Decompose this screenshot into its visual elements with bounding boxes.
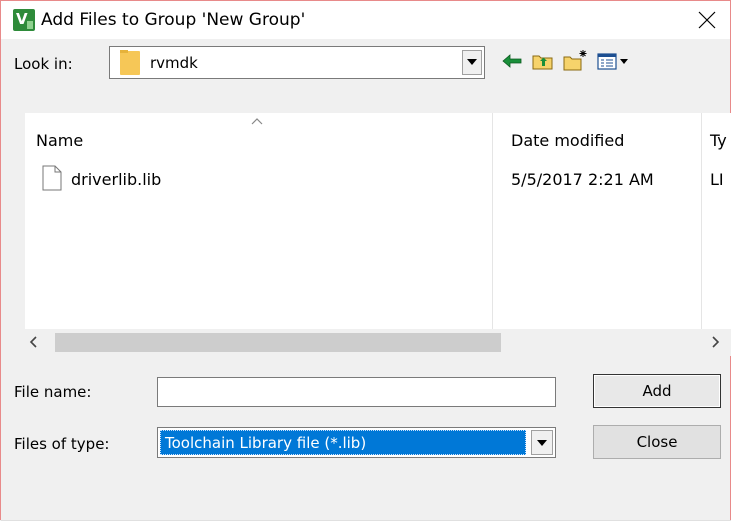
look-in-dropdown-button[interactable] — [462, 50, 482, 75]
up-one-level-button[interactable] — [529, 47, 557, 75]
column-divider[interactable] — [701, 113, 702, 356]
dialog-title: Add Files to Group 'New Group' — [41, 10, 306, 30]
look-in-value: rvmdk — [150, 54, 198, 72]
file-icon — [42, 165, 62, 191]
file-name-label: File name: — [14, 383, 92, 401]
chevron-down-icon — [467, 59, 477, 65]
file-row[interactable]: driverlib.lib 5/5/2017 2:21 AM LI — [39, 165, 729, 193]
file-name-input[interactable] — [157, 377, 556, 407]
new-folder-icon — [563, 50, 587, 71]
files-of-type-dropdown-button[interactable] — [531, 430, 553, 455]
file-type: LI — [710, 170, 724, 189]
scroll-left-icon[interactable] — [29, 335, 39, 349]
column-divider[interactable] — [492, 113, 493, 356]
scrollbar-thumb[interactable] — [55, 333, 501, 352]
scroll-right-icon[interactable] — [710, 335, 720, 349]
keil-uvision-icon — [13, 9, 35, 31]
view-menu-button[interactable] — [595, 47, 631, 75]
look-in-label: Look in: — [14, 55, 73, 73]
chevron-down-icon — [537, 440, 547, 446]
up-folder-icon — [532, 55, 553, 70]
view-menu-icon — [597, 53, 628, 70]
title-bar: Add Files to Group 'New Group' — [1, 1, 730, 39]
files-of-type-value: Toolchain Library file (*.lib) — [160, 430, 526, 455]
close-icon — [698, 11, 716, 29]
close-window-button[interactable] — [690, 3, 724, 37]
new-folder-button[interactable] — [561, 47, 589, 75]
close-button[interactable]: Close — [593, 425, 721, 459]
file-name: driverlib.lib — [71, 170, 162, 189]
column-header-type[interactable]: Ty — [710, 131, 727, 150]
file-date-modified: 5/5/2017 2:21 AM — [511, 170, 654, 189]
horizontal-scrollbar[interactable] — [25, 329, 731, 356]
back-arrow-icon — [502, 54, 522, 68]
sort-ascending-icon — [251, 118, 263, 125]
column-header-date-modified[interactable]: Date modified — [511, 131, 624, 150]
look-in-combobox[interactable]: rvmdk — [109, 46, 485, 79]
files-of-type-label: Files of type: — [14, 435, 110, 453]
folder-icon — [120, 50, 140, 75]
column-header-name[interactable]: Name — [36, 131, 83, 150]
files-of-type-select[interactable]: Toolchain Library file (*.lib) — [157, 427, 556, 458]
add-button[interactable]: Add — [593, 374, 721, 408]
add-files-dialog: Add Files to Group 'New Group' Look in: … — [0, 0, 731, 521]
back-button[interactable] — [499, 47, 527, 75]
file-list[interactable]: Name Date modified Ty driverlib.lib 5/5/… — [25, 113, 731, 356]
